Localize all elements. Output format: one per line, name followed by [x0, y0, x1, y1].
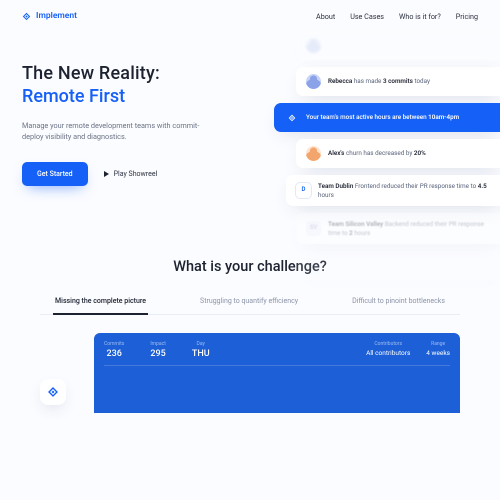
sidebar-fab[interactable] — [40, 379, 66, 405]
get-started-button[interactable]: Get Started — [22, 162, 88, 186]
play-showreel-button[interactable]: Play Showreel — [104, 170, 158, 178]
stat-commits: Commits 236 — [104, 341, 124, 359]
play-label: Play Showreel — [114, 170, 158, 178]
tab-pinpoint-bottlenecks[interactable]: Difficult to pinoint bottlenecks — [350, 297, 447, 314]
feed-card-faded-top — [296, 31, 500, 60]
dashboard-panel: Commits 236 Impact 295 Day THU Contribut… — [94, 333, 460, 413]
feed-card-team-sv: SV Team Silicon Valley Backend reduced t… — [296, 213, 500, 244]
feed-card-churn: Alex's churn has decreased by 20% — [296, 139, 500, 168]
hero-subtitle: Manage your remote development teams wit… — [22, 121, 212, 143]
nav-who[interactable]: Who is it for? — [399, 12, 441, 21]
hero-title-line2: Remote First — [22, 86, 252, 107]
avatar-icon — [306, 38, 321, 53]
tab-quantify-efficiency[interactable]: Struggling to quantify efficiency — [198, 297, 300, 314]
stat-day: Day THU — [192, 341, 210, 359]
select-range[interactable]: Range 4 weeks — [426, 341, 450, 359]
avatar-icon — [306, 146, 321, 161]
hero-title-line1: The New Reality: — [22, 63, 252, 84]
team-chip — [306, 258, 321, 273]
nav-about[interactable]: About — [316, 12, 335, 21]
nav-use-cases[interactable]: Use Cases — [350, 12, 384, 21]
stat-impact: Impact 295 — [150, 341, 166, 359]
nav-pricing[interactable]: Pricing — [456, 12, 478, 21]
brand-label: Implement — [36, 11, 77, 21]
tab-missing-picture[interactable]: Missing the complete picture — [53, 297, 148, 315]
diamond-icon — [22, 12, 31, 21]
feed-card-active-hours: Your team's most active hours are betwee… — [274, 103, 500, 132]
feed-card-team-dublin: D Team Dublin Frontend reduced their PR … — [286, 175, 500, 206]
feed-card-faded-bottom — [296, 251, 500, 280]
play-icon — [104, 171, 109, 177]
feed-card-commits: Rebecca has made 3 commits today — [296, 67, 500, 96]
avatar-icon — [306, 74, 321, 89]
team-chip: SV — [306, 221, 321, 236]
team-chip: D — [296, 183, 311, 198]
diamond-icon — [47, 386, 59, 398]
brand[interactable]: Implement — [22, 11, 77, 21]
select-contributors[interactable]: Contributors All contributors — [366, 341, 410, 359]
diamond-icon — [284, 110, 299, 125]
